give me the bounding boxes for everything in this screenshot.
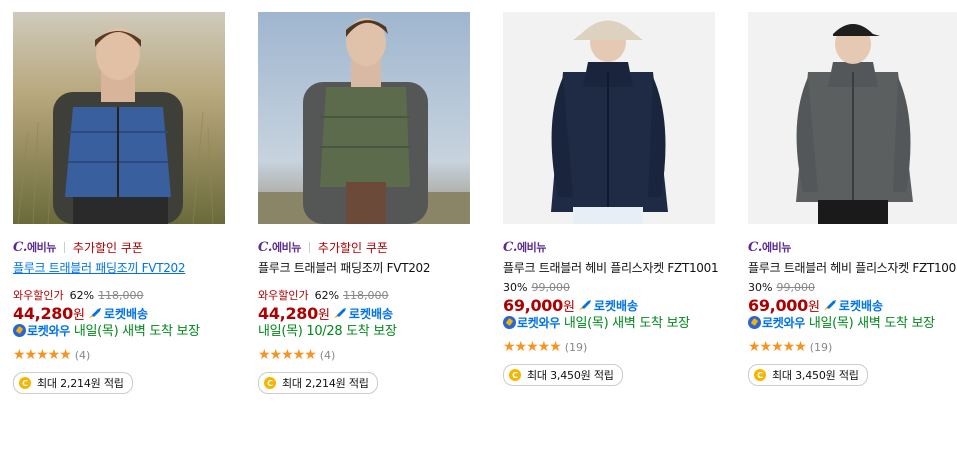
wow-discount-label: 와우할인가	[258, 289, 309, 302]
coin-icon: C	[19, 377, 31, 389]
arrival-text: 내일(목) 새벽 도착 보장	[808, 316, 935, 331]
product-card[interactable]: C.에비뉴 플루크 트래블러 헤비 플리스자켓 FZT1001 30% 99,0…	[503, 12, 733, 386]
brand-row: C.에비뉴 추가할인 쿠폰	[13, 239, 243, 255]
product-card[interactable]: C.에비뉴 추가할인 쿠폰 플루크 트래블러 패딩조끼 FVT202 와우할인가…	[13, 12, 243, 394]
base-price: 118,000	[98, 288, 144, 302]
rocket-delivery-badge: 로켓배송	[88, 305, 148, 322]
product-title[interactable]: 플루크 트래블러 헤비 플리스자켓 FZT1001	[748, 259, 957, 277]
rocket-icon	[333, 308, 346, 318]
review-count: (19)	[809, 340, 833, 354]
product-card[interactable]: C.에비뉴 플루크 트래블러 헤비 플리스자켓 FZT1001 30% 99,0…	[748, 12, 957, 386]
discount-rate: 62%	[314, 288, 340, 302]
cashback-badge: C 최대 3,450원 적립	[748, 364, 868, 386]
product-card[interactable]: C.에비뉴 추가할인 쿠폰 플루크 트래블러 패딩조끼 FVT202 와우할인가…	[258, 12, 488, 394]
coupon-label[interactable]: 추가할인 쿠폰	[318, 239, 388, 256]
arrival-info: 로켓와우 내일(목) 새벽 도착 보장	[748, 315, 957, 332]
rocket-wow-label: 로켓와우	[762, 316, 805, 330]
price-row: 69,000 원 로켓배송	[503, 295, 733, 315]
divider	[63, 241, 65, 253]
rocket-delivery-badge: 로켓배송	[823, 297, 883, 314]
rating-row: ★★★★★ (4)	[13, 346, 243, 364]
price-row: 44,280 원 로켓배송	[258, 303, 488, 323]
currency-unit: 원	[562, 299, 575, 315]
product-title[interactable]: 플루크 트래블러 헤비 플리스자켓 FZT1001	[503, 259, 733, 277]
currency-unit: 원	[807, 299, 820, 315]
arrival-text: 내일(목) 새벽 도착 보장	[563, 316, 690, 331]
coin-icon: C	[754, 369, 766, 381]
price-row: 44,280 원 로켓배송	[13, 303, 243, 323]
rocket-wow-label: 로켓와우	[27, 324, 70, 338]
sale-price: 44,280	[258, 303, 318, 323]
base-price: 99,000	[531, 280, 570, 294]
rating-row: ★★★★★ (4)	[258, 346, 488, 364]
product-title[interactable]: 플루크 트래블러 패딩조끼 FVT202	[258, 259, 488, 277]
review-count: (19)	[564, 340, 588, 354]
discount-row: 와우할인가 62% 118,000	[13, 287, 243, 303]
product-image[interactable]	[748, 12, 957, 224]
rating-row: ★★★★★ (19)	[748, 338, 957, 356]
arrival-info: 로켓와우 내일(목) 새벽 도착 보장	[13, 323, 243, 340]
rocket-wow-icon	[503, 316, 516, 329]
currency-unit: 원	[72, 307, 85, 323]
discount-rate: 30%	[748, 280, 773, 294]
brand-row: C.에비뉴	[503, 239, 733, 255]
brand-logo[interactable]: C.에비뉴	[258, 239, 301, 255]
base-price: 99,000	[776, 280, 815, 294]
divider	[308, 241, 310, 253]
rocket-delivery-badge: 로켓배송	[333, 305, 393, 322]
wow-discount-label: 와우할인가	[13, 289, 64, 302]
base-price: 118,000	[343, 288, 389, 302]
cashback-badge: C 최대 3,450원 적립	[503, 364, 623, 386]
star-rating-icon: ★★★★★	[503, 339, 562, 355]
review-count: (4)	[319, 348, 336, 362]
arrival-info: 내일(목) 10/28 도착 보장	[258, 323, 488, 340]
sale-price: 69,000	[503, 295, 563, 315]
cashback-text: 최대 3,450원 적립	[527, 369, 614, 382]
star-rating-icon: ★★★★★	[748, 339, 807, 355]
brand-row: C.에비뉴 추가할인 쿠폰	[258, 239, 488, 255]
discount-row: 와우할인가 62% 118,000	[258, 287, 488, 303]
arrival-text: 내일(목) 10/28 도착 보장	[258, 324, 397, 339]
cashback-text: 최대 2,214원 적립	[37, 377, 124, 390]
rocket-wow-icon	[748, 316, 761, 329]
discount-rate: 62%	[69, 288, 95, 302]
brand-row: C.에비뉴	[748, 239, 957, 255]
coupon-label[interactable]: 추가할인 쿠폰	[73, 239, 143, 256]
review-count: (4)	[74, 348, 91, 362]
product-image[interactable]	[258, 12, 470, 224]
cashback-text: 최대 2,214원 적립	[282, 377, 369, 390]
rocket-delivery-badge: 로켓배송	[578, 297, 638, 314]
sale-price: 44,280	[13, 303, 73, 323]
coin-icon: C	[509, 369, 521, 381]
price-row: 69,000 원 로켓배송	[748, 295, 957, 315]
rocket-icon	[823, 300, 836, 310]
discount-rate: 30%	[503, 280, 528, 294]
brand-logo[interactable]: C.에비뉴	[503, 239, 546, 255]
rocket-icon	[578, 300, 591, 310]
rocket-wow-icon	[13, 324, 26, 337]
cashback-text: 최대 3,450원 적립	[772, 369, 859, 382]
discount-row: 30% 99,000	[748, 279, 957, 295]
discount-row: 30% 99,000	[503, 279, 733, 295]
brand-logo[interactable]: C.에비뉴	[13, 239, 56, 255]
sale-price: 69,000	[748, 295, 808, 315]
cashback-badge: C 최대 2,214원 적립	[258, 372, 378, 394]
rocket-wow-label: 로켓와우	[517, 316, 560, 330]
star-rating-icon: ★★★★★	[13, 347, 72, 363]
arrival-text: 내일(목) 새벽 도착 보장	[73, 324, 200, 339]
product-image[interactable]	[13, 12, 225, 224]
cashback-badge: C 최대 2,214원 적립	[13, 372, 133, 394]
star-rating-icon: ★★★★★	[258, 347, 317, 363]
product-image[interactable]	[503, 12, 715, 224]
rating-row: ★★★★★ (19)	[503, 338, 733, 356]
product-title[interactable]: 플루크 트래블러 패딩조끼 FVT202	[13, 259, 243, 277]
currency-unit: 원	[317, 307, 330, 323]
brand-logo[interactable]: C.에비뉴	[748, 239, 791, 255]
arrival-info: 로켓와우 내일(목) 새벽 도착 보장	[503, 315, 733, 332]
coin-icon: C	[264, 377, 276, 389]
rocket-icon	[88, 308, 101, 318]
